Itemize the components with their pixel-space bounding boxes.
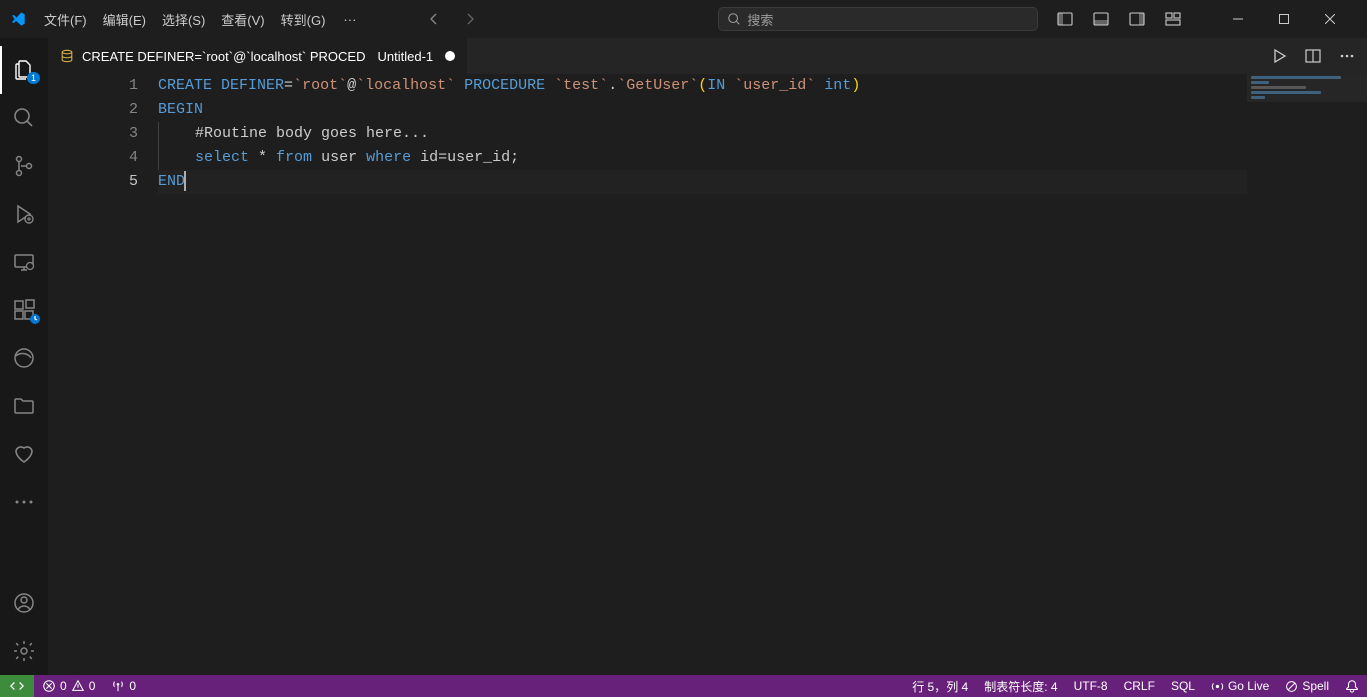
activity-settings[interactable] bbox=[0, 627, 48, 675]
remote-indicator[interactable] bbox=[0, 675, 34, 697]
activity-edge[interactable] bbox=[0, 334, 48, 382]
editor[interactable]: 1 2 3 4 5 CREATE DEFINER=`root`@`localho… bbox=[48, 74, 1367, 675]
statusbar: 0 0 0 行 5，列 4 制表符长度: 4 UTF-8 CRLF SQL Go… bbox=[0, 675, 1367, 697]
activity-debug[interactable] bbox=[0, 190, 48, 238]
remote-icon bbox=[12, 250, 36, 274]
activity-remote[interactable] bbox=[0, 238, 48, 286]
tabbar: CREATE DEFINER=`root`@`localhost` PROCED… bbox=[48, 38, 1367, 74]
status-eol[interactable]: CRLF bbox=[1116, 675, 1163, 697]
nav-back-icon[interactable] bbox=[426, 11, 442, 27]
tab-title: CREATE DEFINER=`root`@`localhost` PROCED bbox=[82, 49, 365, 64]
explorer-badge: 1 bbox=[27, 72, 40, 84]
bell-icon bbox=[1345, 679, 1359, 693]
code-line[interactable]: #Routine body goes here... bbox=[158, 122, 1367, 146]
status-language[interactable]: SQL bbox=[1163, 675, 1203, 697]
line-numbers: 1 2 3 4 5 bbox=[48, 74, 158, 675]
more-actions-icon[interactable] bbox=[1339, 48, 1355, 64]
antenna-icon bbox=[111, 679, 125, 693]
nav-arrows bbox=[426, 11, 478, 27]
gear-icon bbox=[12, 639, 36, 663]
code-area[interactable]: CREATE DEFINER=`root`@`localhost` PROCED… bbox=[158, 74, 1367, 675]
extensions-badge bbox=[30, 314, 40, 324]
nav-forward-icon[interactable] bbox=[462, 11, 478, 27]
minimap[interactable] bbox=[1247, 74, 1367, 675]
menu-edit[interactable]: 编辑(E) bbox=[95, 4, 154, 35]
cursor bbox=[184, 171, 186, 191]
menu-more[interactable]: ··· bbox=[333, 6, 366, 33]
account-icon bbox=[12, 591, 36, 615]
heart-icon bbox=[12, 442, 36, 466]
status-problems[interactable]: 0 0 bbox=[34, 675, 103, 697]
titlebar: 文件(F) 编辑(E) 选择(S) 查看(V) 转到(G) ··· 搜索 bbox=[0, 0, 1367, 38]
menu-view[interactable]: 查看(V) bbox=[213, 4, 272, 35]
code-line[interactable]: BEGIN bbox=[158, 98, 1367, 122]
menu-goto[interactable]: 转到(G) bbox=[273, 4, 334, 35]
remote-icon bbox=[10, 679, 24, 693]
layout-bottom-icon[interactable] bbox=[1093, 11, 1109, 27]
status-ports[interactable]: 0 bbox=[103, 675, 144, 697]
folder-icon bbox=[12, 394, 36, 418]
activity-scm[interactable] bbox=[0, 142, 48, 190]
activity-account[interactable] bbox=[0, 579, 48, 627]
warning-icon bbox=[71, 679, 85, 693]
menu-file[interactable]: 文件(F) bbox=[36, 4, 95, 35]
source-control-icon bbox=[12, 154, 36, 178]
broadcast-icon bbox=[1211, 680, 1224, 693]
activity-extensions[interactable] bbox=[0, 286, 48, 334]
activitybar: 1 bbox=[0, 38, 48, 675]
database-icon bbox=[60, 49, 74, 63]
layout-left-icon[interactable] bbox=[1057, 11, 1073, 27]
status-spell[interactable]: Spell bbox=[1277, 675, 1337, 697]
menu-select[interactable]: 选择(S) bbox=[154, 4, 213, 35]
window-minimize[interactable] bbox=[1215, 0, 1261, 38]
search-icon bbox=[727, 12, 741, 26]
vscode-logo-icon bbox=[10, 11, 26, 27]
tab-untitled: Untitled-1 bbox=[377, 49, 433, 64]
ellipsis-icon bbox=[12, 490, 36, 514]
run-icon[interactable] bbox=[1271, 48, 1287, 64]
error-icon bbox=[42, 679, 56, 693]
code-line[interactable]: CREATE DEFINER=`root`@`localhost` PROCED… bbox=[158, 74, 1367, 98]
layout-custom-icon[interactable] bbox=[1165, 11, 1181, 27]
status-cursor[interactable]: 行 5，列 4 bbox=[904, 675, 976, 697]
editor-tab[interactable]: CREATE DEFINER=`root`@`localhost` PROCED… bbox=[48, 38, 468, 74]
activity-folder[interactable] bbox=[0, 382, 48, 430]
code-line[interactable]: END bbox=[158, 170, 1367, 194]
status-tabsize[interactable]: 制表符长度: 4 bbox=[976, 675, 1065, 697]
search-placeholder: 搜索 bbox=[747, 10, 773, 29]
window-close[interactable] bbox=[1307, 0, 1353, 38]
status-notifications[interactable] bbox=[1337, 675, 1367, 697]
debug-icon bbox=[12, 202, 36, 226]
activity-explorer[interactable]: 1 bbox=[0, 46, 48, 94]
layout-right-icon[interactable] bbox=[1129, 11, 1145, 27]
status-golive[interactable]: Go Live bbox=[1203, 675, 1277, 697]
status-encoding[interactable]: UTF-8 bbox=[1066, 675, 1116, 697]
window-maximize[interactable] bbox=[1261, 0, 1307, 38]
activity-more[interactable] bbox=[0, 478, 48, 526]
activity-search[interactable] bbox=[0, 94, 48, 142]
edge-icon bbox=[12, 346, 36, 370]
code-line[interactable]: select * from user where id=user_id; bbox=[158, 146, 1367, 170]
search-icon bbox=[12, 106, 36, 130]
search-box[interactable]: 搜索 bbox=[718, 7, 1038, 31]
menubar: 文件(F) 编辑(E) 选择(S) 查看(V) 转到(G) bbox=[36, 4, 333, 35]
activity-favorites[interactable] bbox=[0, 430, 48, 478]
split-editor-icon[interactable] bbox=[1305, 48, 1321, 64]
block-icon bbox=[1285, 680, 1298, 693]
tab-dirty-indicator bbox=[445, 51, 455, 61]
